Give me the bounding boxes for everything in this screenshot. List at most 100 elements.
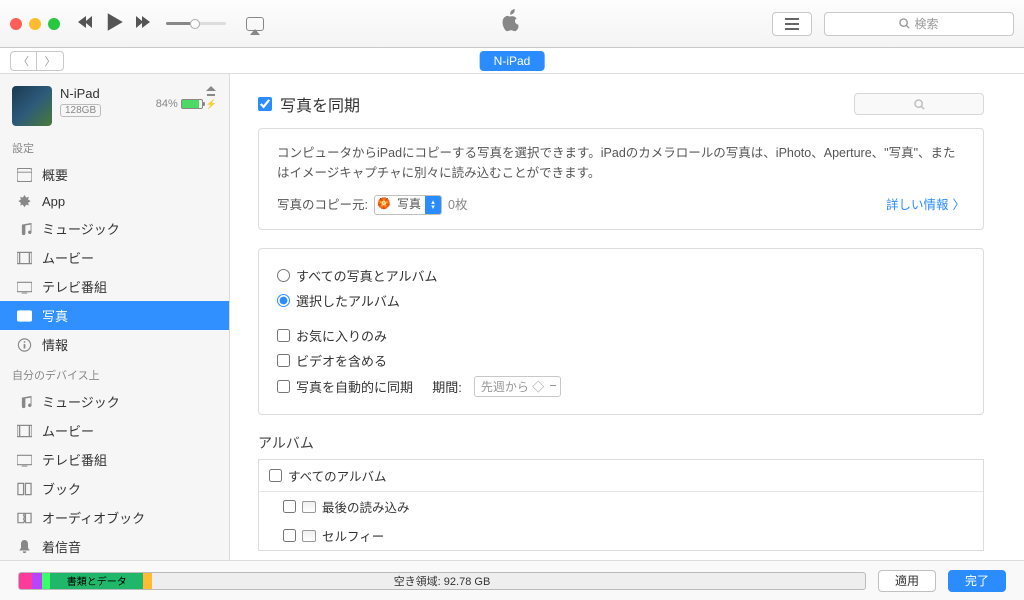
sidebar-item-label: App	[42, 194, 65, 209]
close-window-button[interactable]	[10, 18, 22, 30]
list-view-button[interactable]	[772, 12, 812, 36]
albums-list: すべてのアルバム 最後の読み込みセルフィー	[258, 459, 984, 551]
sidebar-item-info[interactable]: 情報	[0, 330, 229, 359]
eject-icon[interactable]	[205, 86, 217, 96]
tv-icon	[16, 280, 32, 294]
sidebar-item-label: 写真	[42, 306, 68, 325]
books-icon	[16, 482, 32, 496]
sidebar-item-label: ミュージック	[42, 219, 120, 238]
check-include-videos[interactable]: ビデオを含める	[277, 348, 965, 373]
volume-slider[interactable]	[166, 22, 226, 25]
minimize-window-button[interactable]	[29, 18, 41, 30]
more-info-link[interactable]: 詳しい情報〉	[886, 195, 965, 215]
album-row[interactable]: 最後の読み込み	[259, 492, 983, 521]
battery-percent: 84%	[156, 98, 178, 110]
album-icon	[302, 530, 316, 542]
photo-count: 0枚	[448, 195, 467, 215]
copy-from-value: 写真	[393, 195, 425, 214]
album-label: 最後の読み込み	[322, 497, 410, 516]
storage-badge: 128GB	[60, 104, 101, 117]
device-name: N-iPad	[60, 86, 148, 101]
info-text: コンピュータからiPadにコピーする写真を選択できます。iPadのカメラロールの…	[277, 143, 965, 183]
nav-row: 〈 〉 N-iPad	[0, 48, 1024, 74]
photos-search-input[interactable]	[854, 93, 984, 115]
sidebar-item-label: ムービー	[42, 248, 94, 267]
app-icon	[16, 195, 32, 209]
albums-all-row[interactable]: すべてのアルバム	[259, 460, 983, 492]
nav-back-button[interactable]: 〈	[11, 52, 37, 70]
album-label: セルフィー	[322, 526, 384, 545]
sidebar-item-d-tones[interactable]: 着信音	[0, 532, 229, 560]
device-header[interactable]: N-iPad 128GB 84% ⚡	[0, 80, 229, 132]
radio-all-photos[interactable]: すべての写真とアルバム	[277, 263, 965, 288]
radio-selected-albums[interactable]: 選択したアルバム	[277, 288, 965, 313]
search-input[interactable]: 検索	[824, 12, 1014, 36]
photos-app-icon: 🏵️	[375, 196, 393, 214]
search-placeholder: 検索	[914, 15, 938, 32]
summary-icon	[16, 168, 32, 182]
info-box: コンピュータからiPadにコピーする写真を選択できます。iPadのカメラロールの…	[258, 128, 984, 230]
sidebar-item-photos[interactable]: 写真	[0, 301, 229, 330]
tones-icon	[16, 540, 32, 554]
next-track-button[interactable]	[134, 14, 150, 33]
album-icon	[302, 501, 316, 513]
music-icon	[16, 222, 32, 236]
footer-bar: 書類とデータ 空き領域: 92.78 GB 適用 完了	[0, 560, 1024, 600]
top-toolbar: 検索	[0, 0, 1024, 48]
sidebar-item-label: テレビ番組	[42, 277, 107, 296]
sidebar-item-app[interactable]: App	[0, 189, 229, 214]
chevron-right-icon: 〉	[952, 195, 965, 215]
tv-icon	[16, 453, 32, 467]
movies-icon	[16, 251, 32, 265]
window-controls	[10, 18, 60, 30]
search-icon	[899, 18, 910, 29]
music-icon	[16, 395, 32, 409]
sync-photos-checkbox[interactable]	[258, 97, 272, 111]
sidebar-item-d-music[interactable]: ミュージック	[0, 387, 229, 416]
sidebar-item-label: 概要	[42, 165, 68, 184]
apply-button[interactable]: 適用	[878, 570, 936, 592]
info-icon	[16, 338, 32, 352]
sidebar-item-tv[interactable]: テレビ番組	[0, 272, 229, 301]
prev-track-button[interactable]	[78, 14, 94, 33]
apple-logo-icon	[501, 9, 523, 38]
sidebar-item-music[interactable]: ミュージック	[0, 214, 229, 243]
sidebar-item-label: オーディオブック	[42, 508, 145, 527]
period-label: 期間:	[432, 377, 462, 396]
docs-data-segment: 書類とデータ	[50, 573, 143, 589]
audiobooks-icon	[16, 511, 32, 525]
play-button[interactable]	[104, 12, 124, 35]
device-pill[interactable]: N-iPad	[480, 51, 545, 71]
free-space-label: 空き領域: 92.78 GB	[394, 573, 491, 589]
sidebar-item-d-books[interactable]: ブック	[0, 474, 229, 503]
photos-icon	[16, 309, 32, 323]
check-auto-sync[interactable]: 写真を自動的に同期 期間:先週から ◇	[277, 373, 965, 400]
check-favorites[interactable]: お気に入りのみ	[277, 323, 965, 348]
sidebar-item-movies[interactable]: ムービー	[0, 243, 229, 272]
charging-icon: ⚡	[206, 99, 217, 110]
capacity-bar[interactable]: 書類とデータ 空き領域: 92.78 GB	[18, 572, 866, 590]
airplay-icon[interactable]	[246, 17, 264, 31]
search-icon	[914, 99, 925, 110]
period-select[interactable]: 先週から ◇	[474, 376, 561, 397]
sidebar-item-d-movies[interactable]: ムービー	[0, 416, 229, 445]
sidebar-item-label: テレビ番組	[42, 450, 107, 469]
sync-photos-title: 写真を同期	[280, 92, 360, 116]
battery-icon	[181, 99, 203, 109]
album-row[interactable]: セルフィー	[259, 521, 983, 550]
sidebar-section-on-device: 自分のデバイス上	[0, 359, 229, 387]
sidebar-item-d-tv[interactable]: テレビ番組	[0, 445, 229, 474]
transport-controls	[78, 12, 264, 35]
nav-forward-button[interactable]: 〉	[37, 52, 63, 70]
copy-from-select[interactable]: 🏵️ 写真 ▴▾	[374, 195, 442, 215]
sidebar-item-label: ブック	[42, 479, 81, 498]
maximize-window-button[interactable]	[48, 18, 60, 30]
sidebar-item-d-audiobooks[interactable]: オーディオブック	[0, 503, 229, 532]
sidebar-item-label: 着信音	[42, 537, 81, 556]
device-thumbnail	[12, 86, 52, 126]
done-button[interactable]: 完了	[948, 570, 1006, 592]
chevron-updown-icon: ▴▾	[425, 196, 441, 214]
movies-icon	[16, 424, 32, 438]
sidebar-item-summary[interactable]: 概要	[0, 160, 229, 189]
copy-from-label: 写真のコピー元:	[277, 195, 368, 215]
